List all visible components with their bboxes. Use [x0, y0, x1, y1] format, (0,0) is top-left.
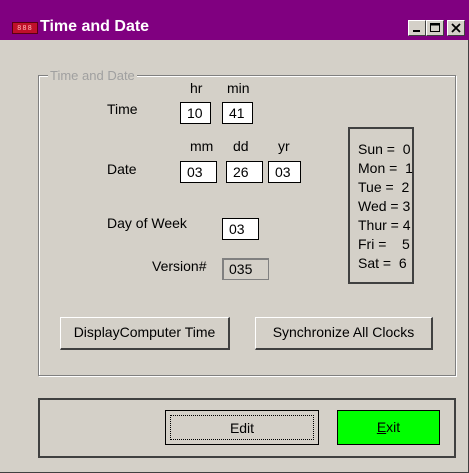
legend-wed: Wed = 3: [358, 198, 411, 214]
mm-header: mm: [190, 138, 214, 154]
yr-header: yr: [278, 138, 290, 154]
legend-thur: Thur = 4: [358, 217, 411, 233]
edit-button[interactable]: Edit: [165, 410, 319, 445]
edit-button-label: Edit: [170, 415, 314, 440]
legend-mon: Mon = 1: [358, 160, 413, 176]
hour-field[interactable]: 10: [180, 102, 211, 124]
close-button[interactable]: [447, 20, 465, 36]
close-icon: [451, 23, 461, 33]
exit-label-rest: xit: [386, 419, 401, 435]
day-field[interactable]: 26: [226, 161, 263, 183]
minute-field[interactable]: 41: [222, 102, 253, 124]
date-label: Date: [107, 161, 137, 177]
legend-fri: Fri = 5: [358, 236, 410, 252]
version-field: 035: [222, 258, 269, 280]
year-field[interactable]: 03: [268, 161, 301, 183]
minimize-button[interactable]: [408, 20, 426, 36]
minimize-icon: [413, 30, 420, 32]
exit-button[interactable]: Exit: [337, 410, 440, 445]
time-label: Time: [107, 101, 138, 117]
window-title: Time and Date: [40, 18, 150, 35]
legend-sat: Sat = 6: [358, 255, 407, 271]
version-label: Version#: [152, 258, 207, 274]
day-of-week-field[interactable]: 03: [222, 218, 259, 240]
exit-mnemonic: E: [376, 419, 387, 435]
app-clock-icon[interactable]: 888: [12, 22, 38, 34]
title-bar[interactable]: 888 Time and Date: [0, 0, 469, 40]
day-number-legend: Sun = 0 Mon = 1 Tue = 2 Wed = 3 Thur = 4…: [348, 127, 414, 284]
min-header: min: [227, 80, 250, 96]
synchronize-all-clocks-button[interactable]: Synchronize All Clocks: [255, 317, 433, 350]
hr-header: hr: [190, 80, 203, 96]
maximize-icon: [430, 23, 440, 32]
day-of-week-label: Day of Week: [107, 215, 187, 231]
dd-header: dd: [233, 138, 249, 154]
maximize-button[interactable]: [426, 20, 444, 36]
legend-tue: Tue = 2: [358, 179, 410, 195]
legend-sun: Sun = 0: [358, 141, 411, 157]
display-computer-time-button[interactable]: DisplayComputer Time: [60, 317, 230, 350]
month-field[interactable]: 03: [180, 161, 217, 183]
time-and-date-window: 888 Time and Date Time and Date hr min T…: [0, 0, 469, 473]
group-legend: Time and Date: [48, 68, 137, 83]
